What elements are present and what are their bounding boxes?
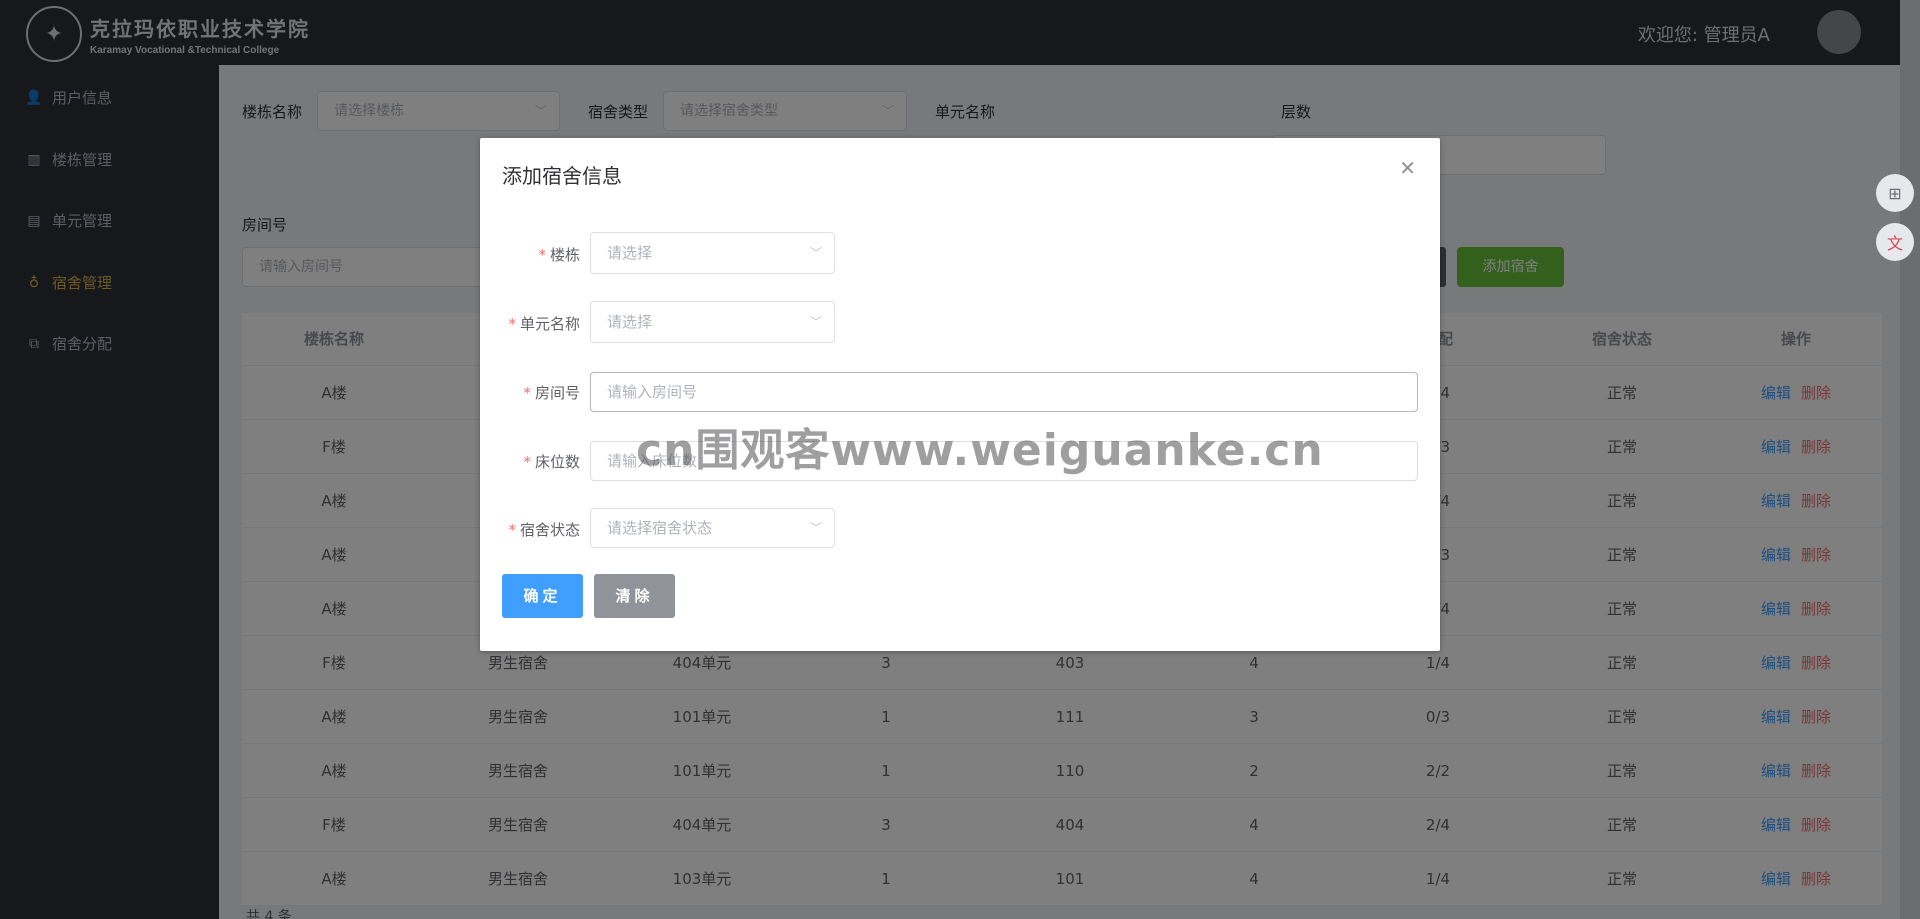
dialog-title: 添加宿舍信息	[502, 164, 622, 188]
room-number-input[interactable]: 请输入房间号	[590, 372, 1418, 412]
field-label-text: 楼栋	[549, 246, 580, 264]
required-mark: *	[508, 521, 516, 539]
add-dorm-dialog: 添加宿舍信息 ✕ * 楼栋 请选择 ﹀ * 单元名称 请选择 ﹀ * 房间号 请输入房…	[480, 138, 1440, 651]
field-label-text: 房间号	[534, 384, 580, 402]
field-label-text: 单元名称	[519, 315, 580, 333]
room-number-placeholder: 请输入房间号	[607, 383, 698, 401]
chevron-down-icon: ﹀	[809, 521, 822, 535]
room-field-label: * 房间号	[480, 382, 580, 403]
status-select[interactable]: 请选择宿舍状态 ﹀	[590, 508, 835, 548]
confirm-button[interactable]: 确定	[502, 574, 583, 618]
watermark-text: cn围观客www.weiguanke.cn	[636, 425, 1324, 476]
required-mark: *	[538, 246, 546, 264]
translate-icon[interactable]: 文	[1876, 223, 1914, 261]
unit-select-placeholder: 请选择	[607, 313, 653, 331]
required-mark: *	[523, 453, 531, 471]
required-mark: *	[523, 384, 531, 402]
chevron-down-icon: ﹀	[809, 246, 822, 260]
building-field-label: * 楼栋	[480, 244, 580, 265]
status-field-label: * 宿舍状态	[480, 519, 580, 540]
building-select[interactable]: 请选择 ﹀	[590, 232, 835, 274]
apps-icon[interactable]: ⊞	[1876, 174, 1914, 212]
required-mark: *	[508, 315, 516, 333]
clear-button[interactable]: 清除	[594, 574, 675, 618]
field-label-text: 床位数	[534, 453, 580, 471]
unit-field-label: * 单元名称	[480, 313, 580, 334]
beds-field-label: * 床位数	[480, 451, 580, 472]
chevron-down-icon: ﹀	[809, 315, 822, 329]
field-label-text: 宿舍状态	[519, 521, 580, 539]
status-select-placeholder: 请选择宿舍状态	[607, 519, 713, 537]
close-icon[interactable]: ✕	[1399, 156, 1416, 180]
building-select-placeholder: 请选择	[607, 244, 653, 262]
unit-select[interactable]: 请选择 ﹀	[590, 301, 835, 343]
